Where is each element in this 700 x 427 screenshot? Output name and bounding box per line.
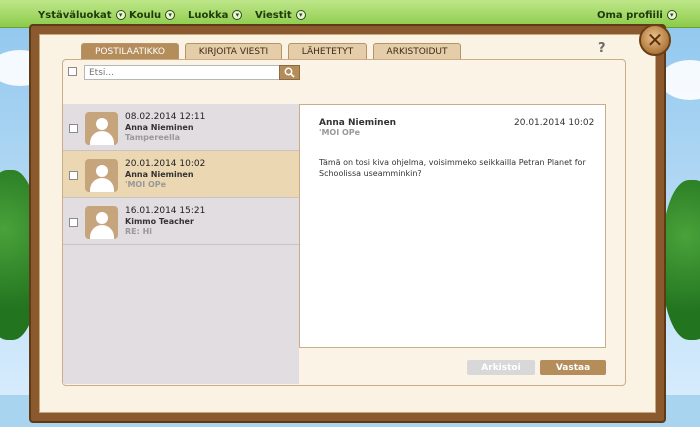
message-subject: RE: Hi [125, 227, 153, 236]
view-date: 20.01.2014 10:02 [514, 118, 595, 128]
help-icon[interactable]: ? [598, 41, 606, 56]
menu-koulu[interactable]: Koulu ▾ [129, 8, 176, 22]
search-icon [284, 67, 295, 78]
message-row[interactable]: 08.02.2014 12:11 Anna Nieminen Tampereel… [63, 104, 299, 151]
search-input[interactable] [84, 65, 280, 80]
close-icon: ✕ [646, 28, 664, 52]
message-sender: Kimmo Teacher [125, 217, 194, 226]
menu-label: Viestit [255, 9, 292, 21]
avatar [85, 159, 118, 192]
search-button[interactable] [279, 65, 300, 80]
cloud [660, 60, 700, 100]
menu-label: Koulu [129, 9, 162, 21]
close-button[interactable]: ✕ [639, 24, 671, 56]
menu-label: Ystäväluokat [38, 9, 112, 21]
chevron-down-icon: ▾ [165, 10, 176, 20]
message-sender: Anna Nieminen [125, 123, 194, 132]
menu-oma-profiili[interactable]: Oma profiili ▾ [597, 8, 677, 22]
chevron-down-icon: ▾ [232, 10, 243, 20]
tab-kirjoita-viesti[interactable]: KIRJOITA VIESTI [185, 43, 282, 59]
view-body: Tämä on tosi kiva ohjelma, voisimmeko se… [319, 158, 586, 178]
message-subject: 'MOI OPe [125, 180, 167, 189]
tree-right [662, 180, 700, 340]
message-row[interactable]: 16.01.2014 15:21 Kimmo Teacher RE: Hi [63, 198, 299, 245]
tab-lahetetyt[interactable]: LÄHETETYT [288, 43, 367, 59]
message-checkbox[interactable] [69, 124, 78, 133]
view-subject: 'MOI OPe [319, 128, 361, 137]
menu-ystavaluokat[interactable]: Ystäväluokat ▾ [38, 8, 126, 22]
menu-viestit[interactable]: Viestit ▾ [255, 8, 306, 22]
select-all-checkbox[interactable] [68, 67, 77, 76]
message-sender: Anna Nieminen [125, 170, 194, 179]
archive-button[interactable]: Arkistoi [467, 360, 535, 375]
chevron-down-icon: ▾ [295, 10, 306, 20]
message-checkbox[interactable] [69, 171, 78, 180]
message-list: 08.02.2014 12:11 Anna Nieminen Tampereel… [63, 104, 299, 384]
view-sender: Anna Nieminen [319, 118, 397, 128]
chevron-down-icon: ▾ [666, 10, 677, 20]
menu-label: Luokka [188, 9, 229, 21]
message-date: 08.02.2014 12:11 [125, 112, 206, 122]
message-date: 20.01.2014 10:02 [125, 159, 206, 169]
message-row[interactable]: 20.01.2014 10:02 Anna Nieminen 'MOI OPe [63, 151, 299, 198]
menu-label: Oma profiili [597, 9, 663, 21]
avatar [85, 206, 118, 239]
message-checkbox[interactable] [69, 218, 78, 227]
chevron-down-icon: ▾ [115, 10, 126, 20]
menu-luokka[interactable]: Luokka ▾ [188, 8, 243, 22]
message-date: 16.01.2014 15:21 [125, 206, 206, 216]
reply-button[interactable]: Vastaa [540, 360, 606, 375]
tab-postilaatikko[interactable]: POSTILAATIKKO [81, 43, 179, 59]
tab-arkistoidut[interactable]: ARKISTOIDUT [373, 43, 461, 59]
message-view: Anna Nieminen 'MOI OPe 20.01.2014 10:02 … [299, 104, 606, 348]
avatar [85, 112, 118, 145]
message-subject: Tampereella [125, 133, 180, 142]
